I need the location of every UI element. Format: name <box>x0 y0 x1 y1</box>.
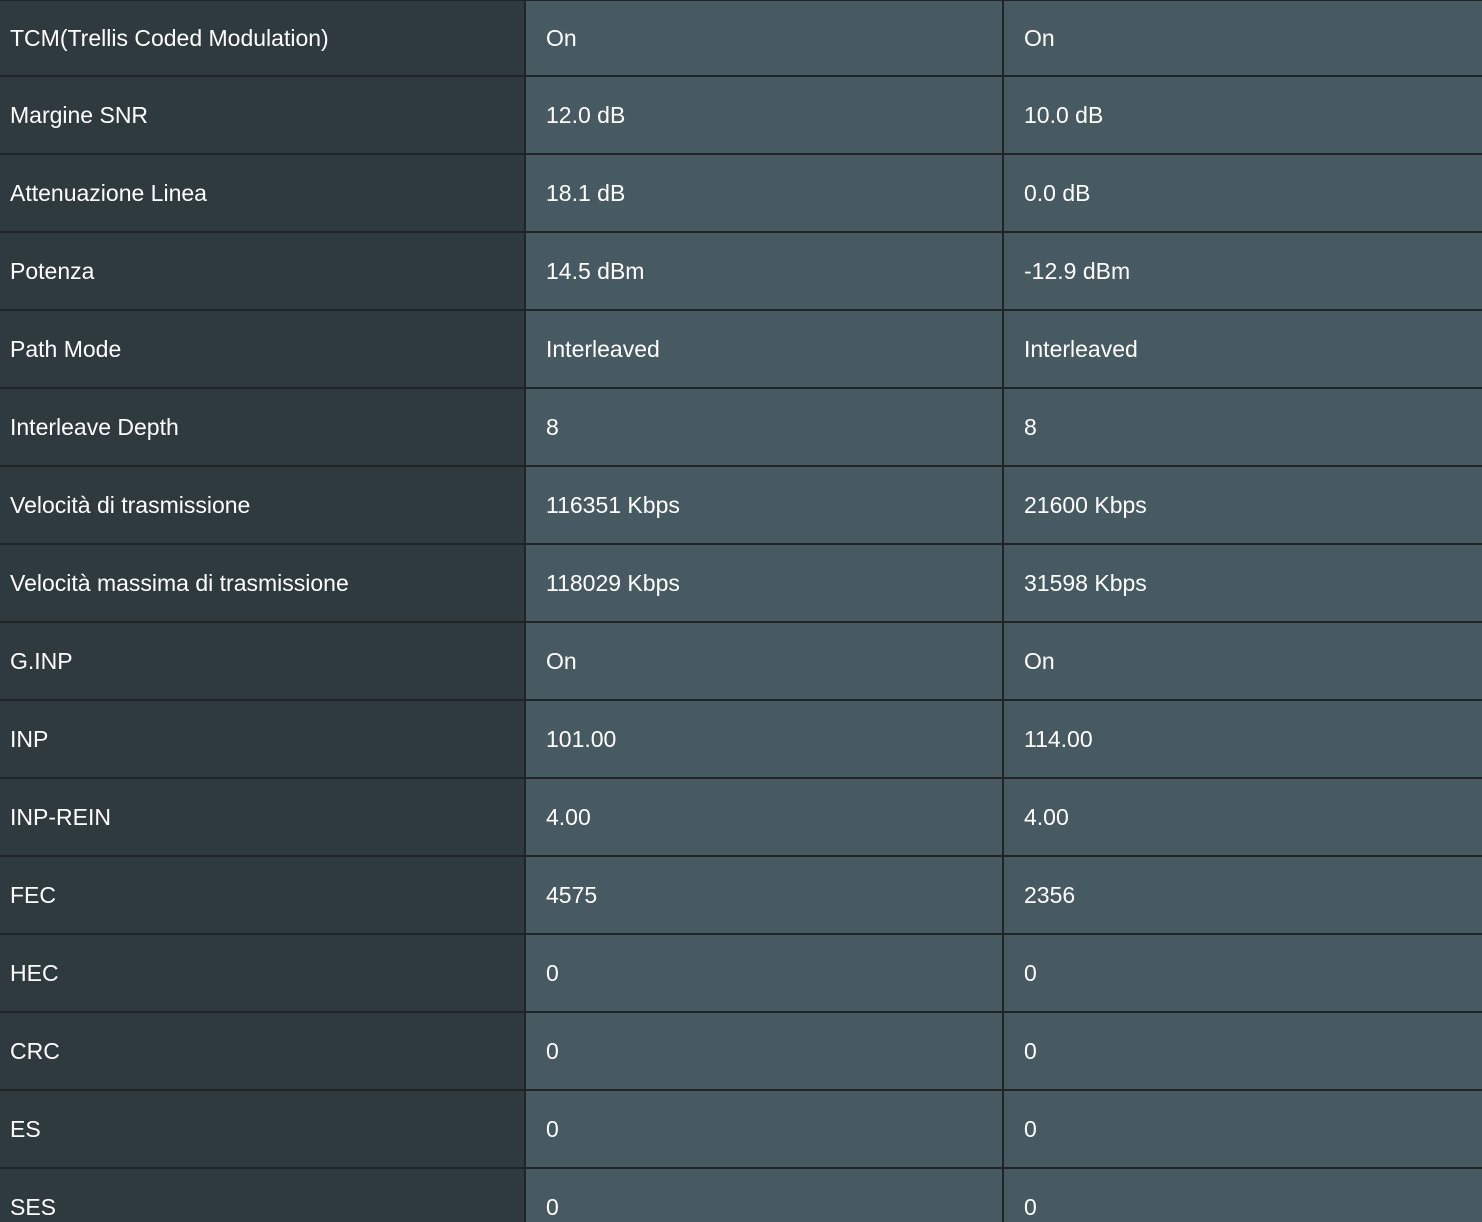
stat-label: CRC <box>0 1013 526 1091</box>
stat-label: HEC <box>0 935 526 1013</box>
table-row: Path Mode Interleaved Interleaved <box>0 311 1482 389</box>
upstream-value: 0 <box>1004 1169 1482 1222</box>
stat-label: INP-REIN <box>0 779 526 857</box>
stat-label: Interleave Depth <box>0 389 526 467</box>
stat-label: ES <box>0 1091 526 1169</box>
downstream-value: 0 <box>526 1169 1004 1222</box>
downstream-value: On <box>526 0 1004 77</box>
downstream-value: 4.00 <box>526 779 1004 857</box>
stat-label: Path Mode <box>0 311 526 389</box>
downstream-value: Interleaved <box>526 311 1004 389</box>
stat-label: INP <box>0 701 526 779</box>
table-row: CRC 0 0 <box>0 1013 1482 1091</box>
upstream-value: 4.00 <box>1004 779 1482 857</box>
table-row: INP 101.00 114.00 <box>0 701 1482 779</box>
downstream-value: 116351 Kbps <box>526 467 1004 545</box>
table-row: Margine SNR 12.0 dB 10.0 dB <box>0 77 1482 155</box>
table-row: TCM(Trellis Coded Modulation) On On <box>0 0 1482 77</box>
table-row: FEC 4575 2356 <box>0 857 1482 935</box>
upstream-value: 31598 Kbps <box>1004 545 1482 623</box>
stat-label: Velocità di trasmissione <box>0 467 526 545</box>
upstream-value: On <box>1004 0 1482 77</box>
table-row: HEC 0 0 <box>0 935 1482 1013</box>
upstream-value: 10.0 dB <box>1004 77 1482 155</box>
table-row: Velocità di trasmissione 116351 Kbps 216… <box>0 467 1482 545</box>
downstream-value: 8 <box>526 389 1004 467</box>
table-row: ES 0 0 <box>0 1091 1482 1169</box>
table-row: G.INP On On <box>0 623 1482 701</box>
table-row: SES 0 0 <box>0 1169 1482 1222</box>
stat-label: SES <box>0 1169 526 1222</box>
table-row: Attenuazione Linea 18.1 dB 0.0 dB <box>0 155 1482 233</box>
table-row: Velocità massima di trasmissione 118029 … <box>0 545 1482 623</box>
dsl-line-stats-table: TCM(Trellis Coded Modulation) On On Marg… <box>0 0 1482 1222</box>
downstream-value: 4575 <box>526 857 1004 935</box>
upstream-value: Interleaved <box>1004 311 1482 389</box>
downstream-value: 14.5 dBm <box>526 233 1004 311</box>
upstream-value: -12.9 dBm <box>1004 233 1482 311</box>
table-row: Potenza 14.5 dBm -12.9 dBm <box>0 233 1482 311</box>
upstream-value: 0.0 dB <box>1004 155 1482 233</box>
downstream-value: 0 <box>526 1091 1004 1169</box>
stat-label: TCM(Trellis Coded Modulation) <box>0 0 526 77</box>
downstream-value: 18.1 dB <box>526 155 1004 233</box>
table-row: INP-REIN 4.00 4.00 <box>0 779 1482 857</box>
stat-label: Margine SNR <box>0 77 526 155</box>
upstream-value: 8 <box>1004 389 1482 467</box>
downstream-value: 0 <box>526 935 1004 1013</box>
downstream-value: 101.00 <box>526 701 1004 779</box>
downstream-value: 118029 Kbps <box>526 545 1004 623</box>
upstream-value: 2356 <box>1004 857 1482 935</box>
stat-label: FEC <box>0 857 526 935</box>
downstream-value: On <box>526 623 1004 701</box>
stat-label: G.INP <box>0 623 526 701</box>
stat-label: Velocità massima di trasmissione <box>0 545 526 623</box>
downstream-value: 0 <box>526 1013 1004 1091</box>
stat-label: Potenza <box>0 233 526 311</box>
upstream-value: 0 <box>1004 1091 1482 1169</box>
downstream-value: 12.0 dB <box>526 77 1004 155</box>
upstream-value: 0 <box>1004 935 1482 1013</box>
table-row: Interleave Depth 8 8 <box>0 389 1482 467</box>
upstream-value: 114.00 <box>1004 701 1482 779</box>
upstream-value: 0 <box>1004 1013 1482 1091</box>
upstream-value: 21600 Kbps <box>1004 467 1482 545</box>
stat-label: Attenuazione Linea <box>0 155 526 233</box>
upstream-value: On <box>1004 623 1482 701</box>
